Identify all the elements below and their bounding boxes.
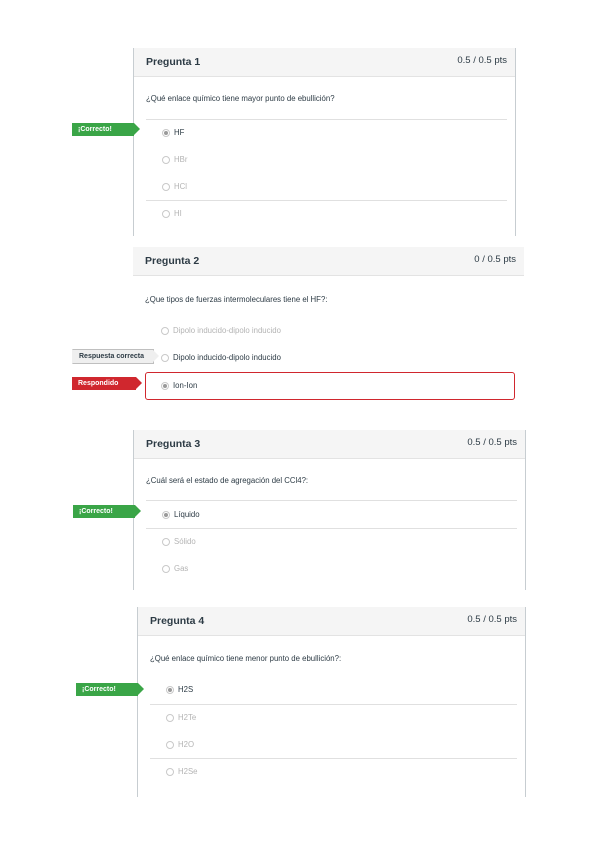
radio-button[interactable] bbox=[162, 565, 170, 573]
question-card-2: Pregunta 2 0 / 0.5 pts ¿Que tipos de fue… bbox=[133, 247, 524, 405]
answer-option-correct[interactable]: Dipolo inducido-dipolo inducido bbox=[133, 345, 524, 371]
question-header: Pregunta 2 0 / 0.5 pts bbox=[133, 247, 524, 276]
radio-button[interactable] bbox=[161, 354, 169, 362]
radio-button[interactable] bbox=[166, 686, 174, 694]
radio-button[interactable] bbox=[162, 129, 170, 137]
question-title: Pregunta 1 bbox=[146, 56, 201, 68]
radio-button[interactable] bbox=[162, 210, 170, 218]
answer-label: Dipolo inducido-dipolo inducido bbox=[173, 326, 281, 335]
radio-button[interactable] bbox=[162, 511, 170, 519]
answer-option-selected[interactable]: Ion-Ion bbox=[133, 373, 524, 399]
answer-label: Dipolo inducido-dipolo inducido bbox=[173, 353, 281, 362]
answer-label: Ion-Ion bbox=[173, 381, 198, 390]
question-header: Pregunta 3 0.5 / 0.5 pts bbox=[134, 430, 525, 459]
answer-label: HCl bbox=[174, 182, 187, 191]
question-title: Pregunta 2 bbox=[145, 255, 200, 267]
answer-label: HBr bbox=[174, 155, 188, 164]
question-points: 0.5 / 0.5 pts bbox=[457, 55, 507, 66]
correct-flag: ¡Correcto! bbox=[72, 123, 140, 136]
answer-option[interactable]: H2O bbox=[138, 732, 525, 758]
question-card-4: Pregunta 4 0.5 / 0.5 pts ¿Qué enlace quí… bbox=[137, 607, 526, 797]
question-text: ¿Que tipos de fuerzas intermoleculares t… bbox=[145, 295, 328, 304]
answer-option[interactable]: Líquido bbox=[134, 502, 525, 528]
answer-option[interactable]: HI bbox=[134, 201, 515, 227]
divider bbox=[146, 500, 517, 501]
answer-option[interactable]: H2Se bbox=[138, 759, 525, 785]
answer-label: H2Te bbox=[178, 713, 197, 722]
radio-button[interactable] bbox=[166, 768, 174, 776]
answer-label: Gas bbox=[174, 564, 189, 573]
question-points: 0.5 / 0.5 pts bbox=[467, 614, 517, 625]
answer-option[interactable]: Gas bbox=[134, 556, 525, 582]
question-points: 0 / 0.5 pts bbox=[474, 254, 516, 265]
answer-option[interactable]: HCl bbox=[134, 174, 515, 200]
question-title: Pregunta 4 bbox=[150, 615, 205, 627]
answered-flag: Respondido bbox=[72, 377, 142, 390]
answer-label: Líquido bbox=[174, 510, 200, 519]
answer-label: H2S bbox=[178, 685, 194, 694]
correct-answer-flag: Respuesta correcta bbox=[72, 349, 159, 364]
question-text: ¿Qué enlace químico tiene menor punto de… bbox=[150, 654, 342, 663]
correct-flag: ¡Correcto! bbox=[76, 683, 144, 696]
answer-option[interactable]: Dipolo inducido-dipolo inducido bbox=[133, 318, 524, 344]
answer-option[interactable]: H2S bbox=[138, 677, 525, 703]
radio-button[interactable] bbox=[162, 538, 170, 546]
radio-button[interactable] bbox=[161, 327, 169, 335]
question-header: Pregunta 1 0.5 / 0.5 pts bbox=[134, 48, 515, 77]
question-card-3: Pregunta 3 0.5 / 0.5 pts ¿Cuál será el e… bbox=[133, 430, 526, 590]
answer-label: Sólido bbox=[174, 537, 196, 546]
answer-label: H2O bbox=[178, 740, 195, 749]
question-card-1: Pregunta 1 0.5 / 0.5 pts ¿Qué enlace quí… bbox=[133, 48, 516, 236]
radio-button[interactable] bbox=[166, 714, 174, 722]
answer-label: H2Se bbox=[178, 767, 198, 776]
radio-button[interactable] bbox=[162, 156, 170, 164]
question-points: 0.5 / 0.5 pts bbox=[467, 437, 517, 448]
question-text: ¿Qué enlace químico tiene mayor punto de… bbox=[146, 94, 335, 103]
answer-option[interactable]: HBr bbox=[134, 147, 515, 173]
radio-button[interactable] bbox=[162, 183, 170, 191]
radio-button[interactable] bbox=[166, 741, 174, 749]
question-text: ¿Cuál será el estado de agregación del C… bbox=[146, 476, 309, 485]
answer-label: HF bbox=[174, 128, 185, 137]
answer-option[interactable]: HF bbox=[134, 120, 515, 146]
correct-flag: ¡Correcto! bbox=[73, 505, 141, 518]
question-title: Pregunta 3 bbox=[146, 438, 201, 450]
radio-button[interactable] bbox=[161, 382, 169, 390]
answer-option[interactable]: H2Te bbox=[138, 705, 525, 731]
answer-label: HI bbox=[174, 209, 182, 218]
answer-option[interactable]: Sólido bbox=[134, 529, 525, 555]
question-header: Pregunta 4 0.5 / 0.5 pts bbox=[138, 607, 525, 636]
